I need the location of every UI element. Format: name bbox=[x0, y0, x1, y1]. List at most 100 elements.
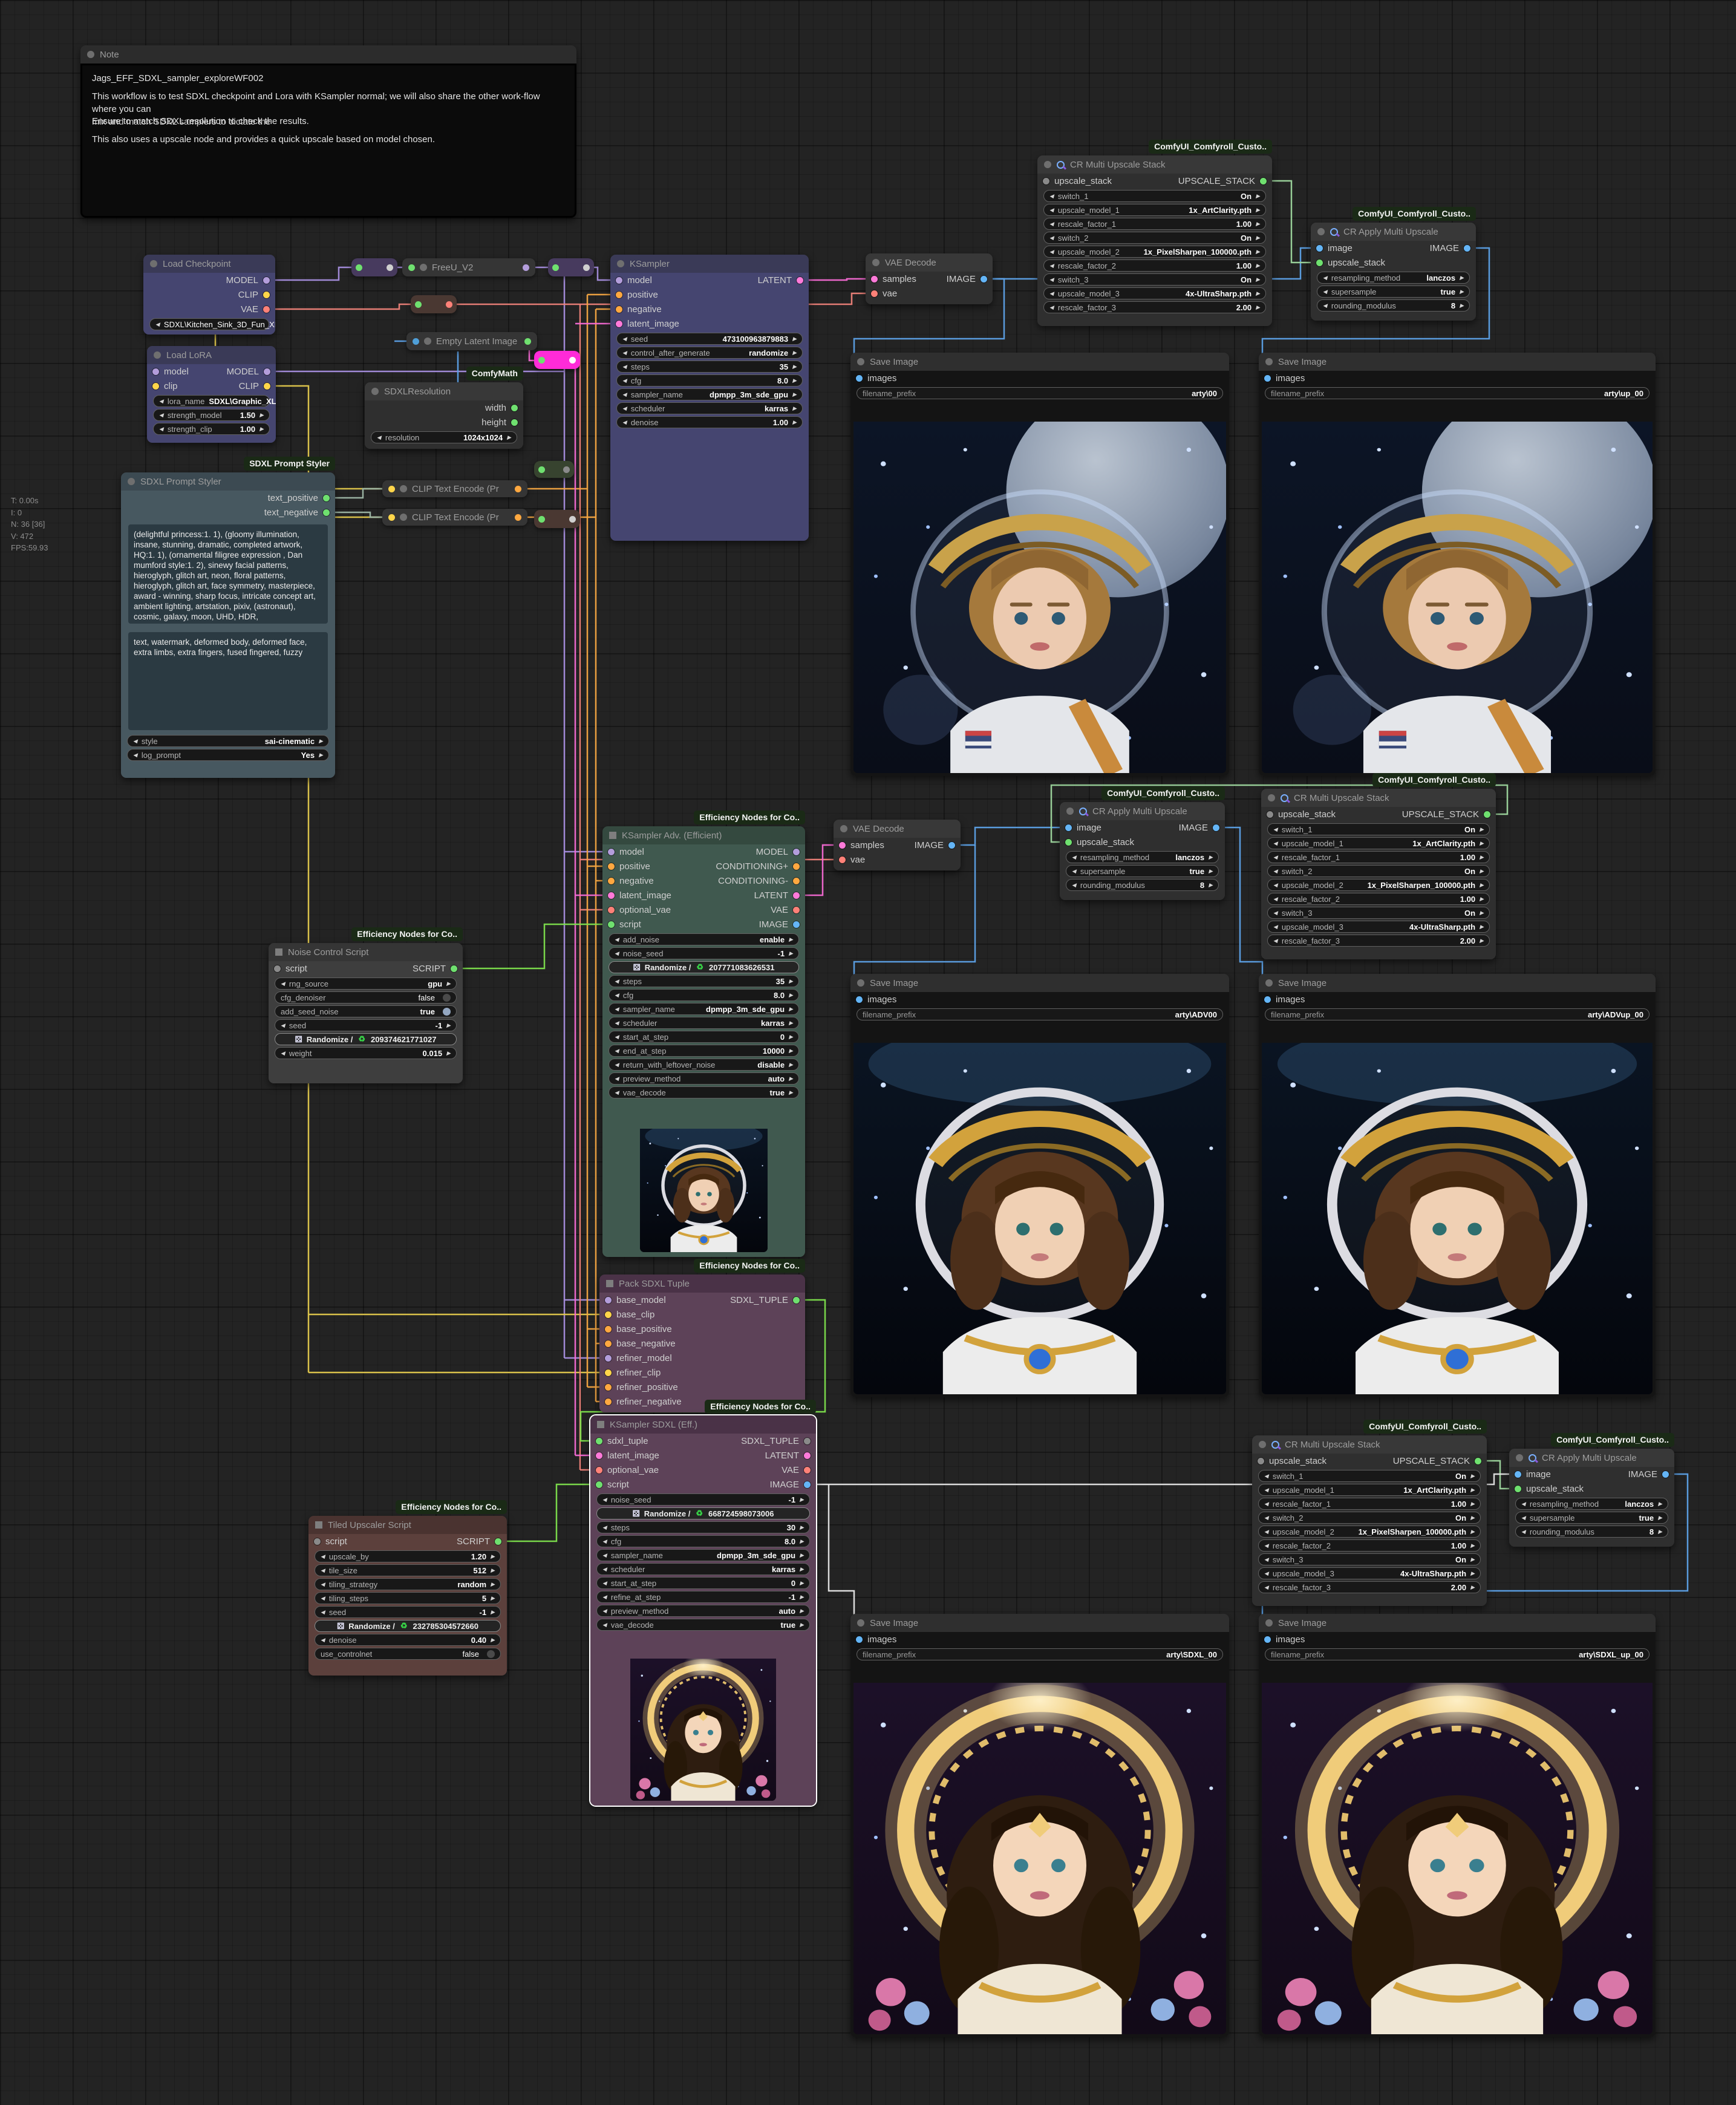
collapse-dot-icon[interactable] bbox=[857, 358, 864, 365]
filename-prefix-widget[interactable]: filename_prefixarty\SDXL_00 bbox=[857, 1648, 1223, 1660]
scheduler-widget[interactable]: ◀schedulerkarras▶ bbox=[616, 402, 803, 414]
input-upscale-stack[interactable]: upscale_stack bbox=[1065, 837, 1134, 847]
input-refiner-clip[interactable]: refiner_clip bbox=[605, 1368, 661, 1378]
cond-port-icon[interactable] bbox=[605, 1384, 612, 1391]
output-model[interactable]: MODEL bbox=[756, 847, 800, 857]
rescale-factor-3-widget[interactable]: ◀rescale_factor_32.00▶ bbox=[1267, 935, 1490, 947]
rescale-factor-3-widget[interactable]: ◀rescale_factor_32.00▶ bbox=[1258, 1581, 1481, 1593]
rounding-modulus-widget[interactable]: ◀rounding_modulus8▶ bbox=[1317, 299, 1470, 312]
output-vae[interactable]: VAE bbox=[771, 905, 800, 915]
int-port-icon[interactable] bbox=[511, 405, 518, 411]
rng-source-widget[interactable]: ◀rng_sourcegpu▶ bbox=[275, 977, 457, 990]
vae-port-icon[interactable] bbox=[804, 1467, 811, 1474]
rescale-factor-1-widget[interactable]: ◀rescale_factor_11.00▶ bbox=[1043, 218, 1266, 230]
script-port-icon[interactable] bbox=[596, 1481, 602, 1488]
upscale-model-2-widget[interactable]: ◀upscale_model_21x_PixelSharpen_100000.p… bbox=[1043, 246, 1266, 258]
node-cr-apply-multi-upscale-3[interactable]: CR Apply Multi Upscale imageIMAGE upscal… bbox=[1509, 1449, 1674, 1547]
node-cr-multi-upscale-stack-2[interactable]: CR Multi Upscale Stack upscale_stackUPSC… bbox=[1261, 789, 1496, 959]
input-images[interactable]: images bbox=[1264, 1634, 1305, 1645]
output-clip[interactable]: CLIP bbox=[239, 381, 270, 391]
model-port-icon[interactable] bbox=[616, 277, 622, 284]
image-port-icon[interactable] bbox=[1515, 1471, 1521, 1478]
control-after-generate-widget[interactable]: ◀control_after_generaterandomize▶ bbox=[616, 347, 803, 359]
noise-seed-widget[interactable]: ◀noise_seed-1▶ bbox=[596, 1493, 810, 1506]
output-model[interactable]: MODEL bbox=[226, 275, 270, 286]
filename-prefix-widget[interactable]: filename_prefixarty\00 bbox=[857, 387, 1223, 399]
node-pack-sdxl-tuple[interactable]: Pack SDXL Tuple base_modelSDXL_TUPLE bas… bbox=[599, 1274, 805, 1412]
negative-prompt-textarea[interactable]: text, watermark, deformed body, deformed… bbox=[128, 632, 328, 730]
switch-2-widget[interactable]: ◀switch_2On▶ bbox=[1043, 232, 1266, 244]
collapse-dot-icon[interactable] bbox=[424, 338, 431, 345]
input-clip[interactable]: clip bbox=[152, 381, 178, 391]
input-model[interactable]: model bbox=[152, 367, 189, 377]
input-model[interactable]: model bbox=[616, 275, 652, 286]
refine-at-step-widget[interactable]: ◀refine_at_step-1▶ bbox=[596, 1591, 810, 1603]
latent-port-icon[interactable] bbox=[608, 892, 615, 899]
sampler-name-widget[interactable]: ◀sampler_namedpmpp_3m_sde_gpu▶ bbox=[596, 1549, 810, 1561]
reroute-model-1[interactable] bbox=[351, 258, 397, 276]
collapse-dot-icon[interactable] bbox=[87, 51, 94, 58]
lora-name-widget[interactable]: ◀lora_nameSDXL\Graphic_XL.safetensors▶ bbox=[153, 395, 270, 407]
output-image[interactable]: IMAGE bbox=[759, 919, 800, 930]
output-script[interactable]: SCRIPT bbox=[457, 1536, 501, 1547]
filename-prefix-widget[interactable]: filename_prefixarty\SDXL_up_00 bbox=[1265, 1648, 1650, 1660]
image-port-icon[interactable] bbox=[856, 375, 863, 382]
input-negative[interactable]: negative bbox=[608, 876, 654, 886]
node-cr-multi-upscale-stack-1[interactable]: CR Multi Upscale Stack upscale_stackUPSC… bbox=[1037, 155, 1272, 326]
node-cr-multi-upscale-stack-3[interactable]: CR Multi Upscale Stack upscale_stackUPSC… bbox=[1252, 1435, 1487, 1606]
node-note[interactable]: Note Jags_EFF_SDXL_sampler_exploreWF002 … bbox=[80, 45, 576, 218]
collapse-square-icon[interactable] bbox=[597, 1421, 604, 1428]
out-port-icon[interactable] bbox=[523, 264, 529, 271]
string-port-icon[interactable] bbox=[323, 495, 330, 501]
output-text-positive[interactable]: text_positive bbox=[268, 493, 330, 503]
output-latent[interactable]: LATENT bbox=[758, 275, 803, 286]
clip-port-icon[interactable] bbox=[152, 383, 159, 390]
image-port-icon[interactable] bbox=[948, 842, 955, 849]
image-port-icon[interactable] bbox=[1464, 245, 1470, 252]
collapse-dot-icon[interactable] bbox=[872, 259, 879, 266]
prev-arrow-icon[interactable]: ◀ bbox=[155, 321, 160, 328]
resampling-method-widget[interactable]: ◀resampling_methodlanczos▶ bbox=[1317, 272, 1470, 284]
tuple-port-icon[interactable] bbox=[793, 1297, 800, 1304]
reroute-vae[interactable] bbox=[411, 295, 457, 313]
reroute-model-2[interactable] bbox=[548, 258, 594, 276]
output-latent[interactable]: LATENT bbox=[754, 890, 800, 901]
image-port-icon[interactable] bbox=[856, 996, 863, 1003]
collapse-dot-icon[interactable] bbox=[1265, 1619, 1273, 1627]
collapse-dot-icon[interactable] bbox=[371, 388, 379, 395]
image-port-icon[interactable] bbox=[1264, 1636, 1271, 1643]
input-base-model[interactable]: base_model bbox=[605, 1295, 666, 1305]
collapse-dot-icon[interactable] bbox=[1265, 358, 1273, 365]
input-refiner-positive[interactable]: refiner_positive bbox=[605, 1382, 678, 1392]
collapse-square-icon[interactable] bbox=[315, 1521, 322, 1529]
steps-widget[interactable]: ◀steps35▶ bbox=[609, 975, 799, 987]
seed-widget[interactable]: ◀seed-1▶ bbox=[275, 1019, 457, 1031]
collapse-dot-icon[interactable] bbox=[400, 514, 407, 521]
clip-port-icon[interactable] bbox=[264, 383, 270, 390]
collapse-dot-icon[interactable] bbox=[1268, 794, 1275, 801]
model-port-icon[interactable] bbox=[605, 1297, 612, 1304]
image-port-icon[interactable] bbox=[981, 276, 987, 282]
switch-1-widget[interactable]: ◀switch_1On▶ bbox=[1267, 823, 1490, 835]
reroute-conditioning[interactable] bbox=[534, 461, 574, 478]
stack-port-icon[interactable] bbox=[1475, 1458, 1481, 1464]
stack-port-icon[interactable] bbox=[1043, 178, 1049, 184]
randomize-seed-button[interactable]: ⚄Randomize /♻207771083626531 bbox=[609, 961, 799, 973]
rescale-factor-1-widget[interactable]: ◀rescale_factor_11.00▶ bbox=[1258, 1498, 1481, 1510]
stack-port-icon[interactable] bbox=[1484, 811, 1490, 818]
input-vae[interactable]: vae bbox=[871, 289, 897, 299]
note-titlebar[interactable]: Note bbox=[80, 45, 576, 64]
collapse-dot-icon[interactable] bbox=[1066, 808, 1074, 815]
string-port-icon[interactable] bbox=[323, 509, 330, 516]
node-tiled-upscaler-script[interactable]: Tiled Upscaler Script scriptSCRIPT ◀upsc… bbox=[308, 1516, 507, 1676]
start-at-step-widget[interactable]: ◀start_at_step0▶ bbox=[596, 1577, 810, 1589]
note-body[interactable]: Jags_EFF_SDXL_sampler_exploreWF002 This … bbox=[80, 64, 576, 218]
upscale-model-3-widget[interactable]: ◀upscale_model_34x-UltraSharp.pth▶ bbox=[1043, 287, 1266, 299]
collapse-square-icon[interactable] bbox=[606, 1280, 613, 1287]
output-upscale-stack[interactable]: UPSCALE_STACK bbox=[1402, 809, 1490, 820]
collapse-dot-icon[interactable] bbox=[840, 825, 847, 832]
collapse-dot-icon[interactable] bbox=[1265, 979, 1273, 987]
cfg-widget[interactable]: ◀cfg8.0▶ bbox=[596, 1535, 810, 1547]
stack-port-icon[interactable] bbox=[1515, 1486, 1521, 1492]
input-images[interactable]: images bbox=[856, 994, 896, 1005]
